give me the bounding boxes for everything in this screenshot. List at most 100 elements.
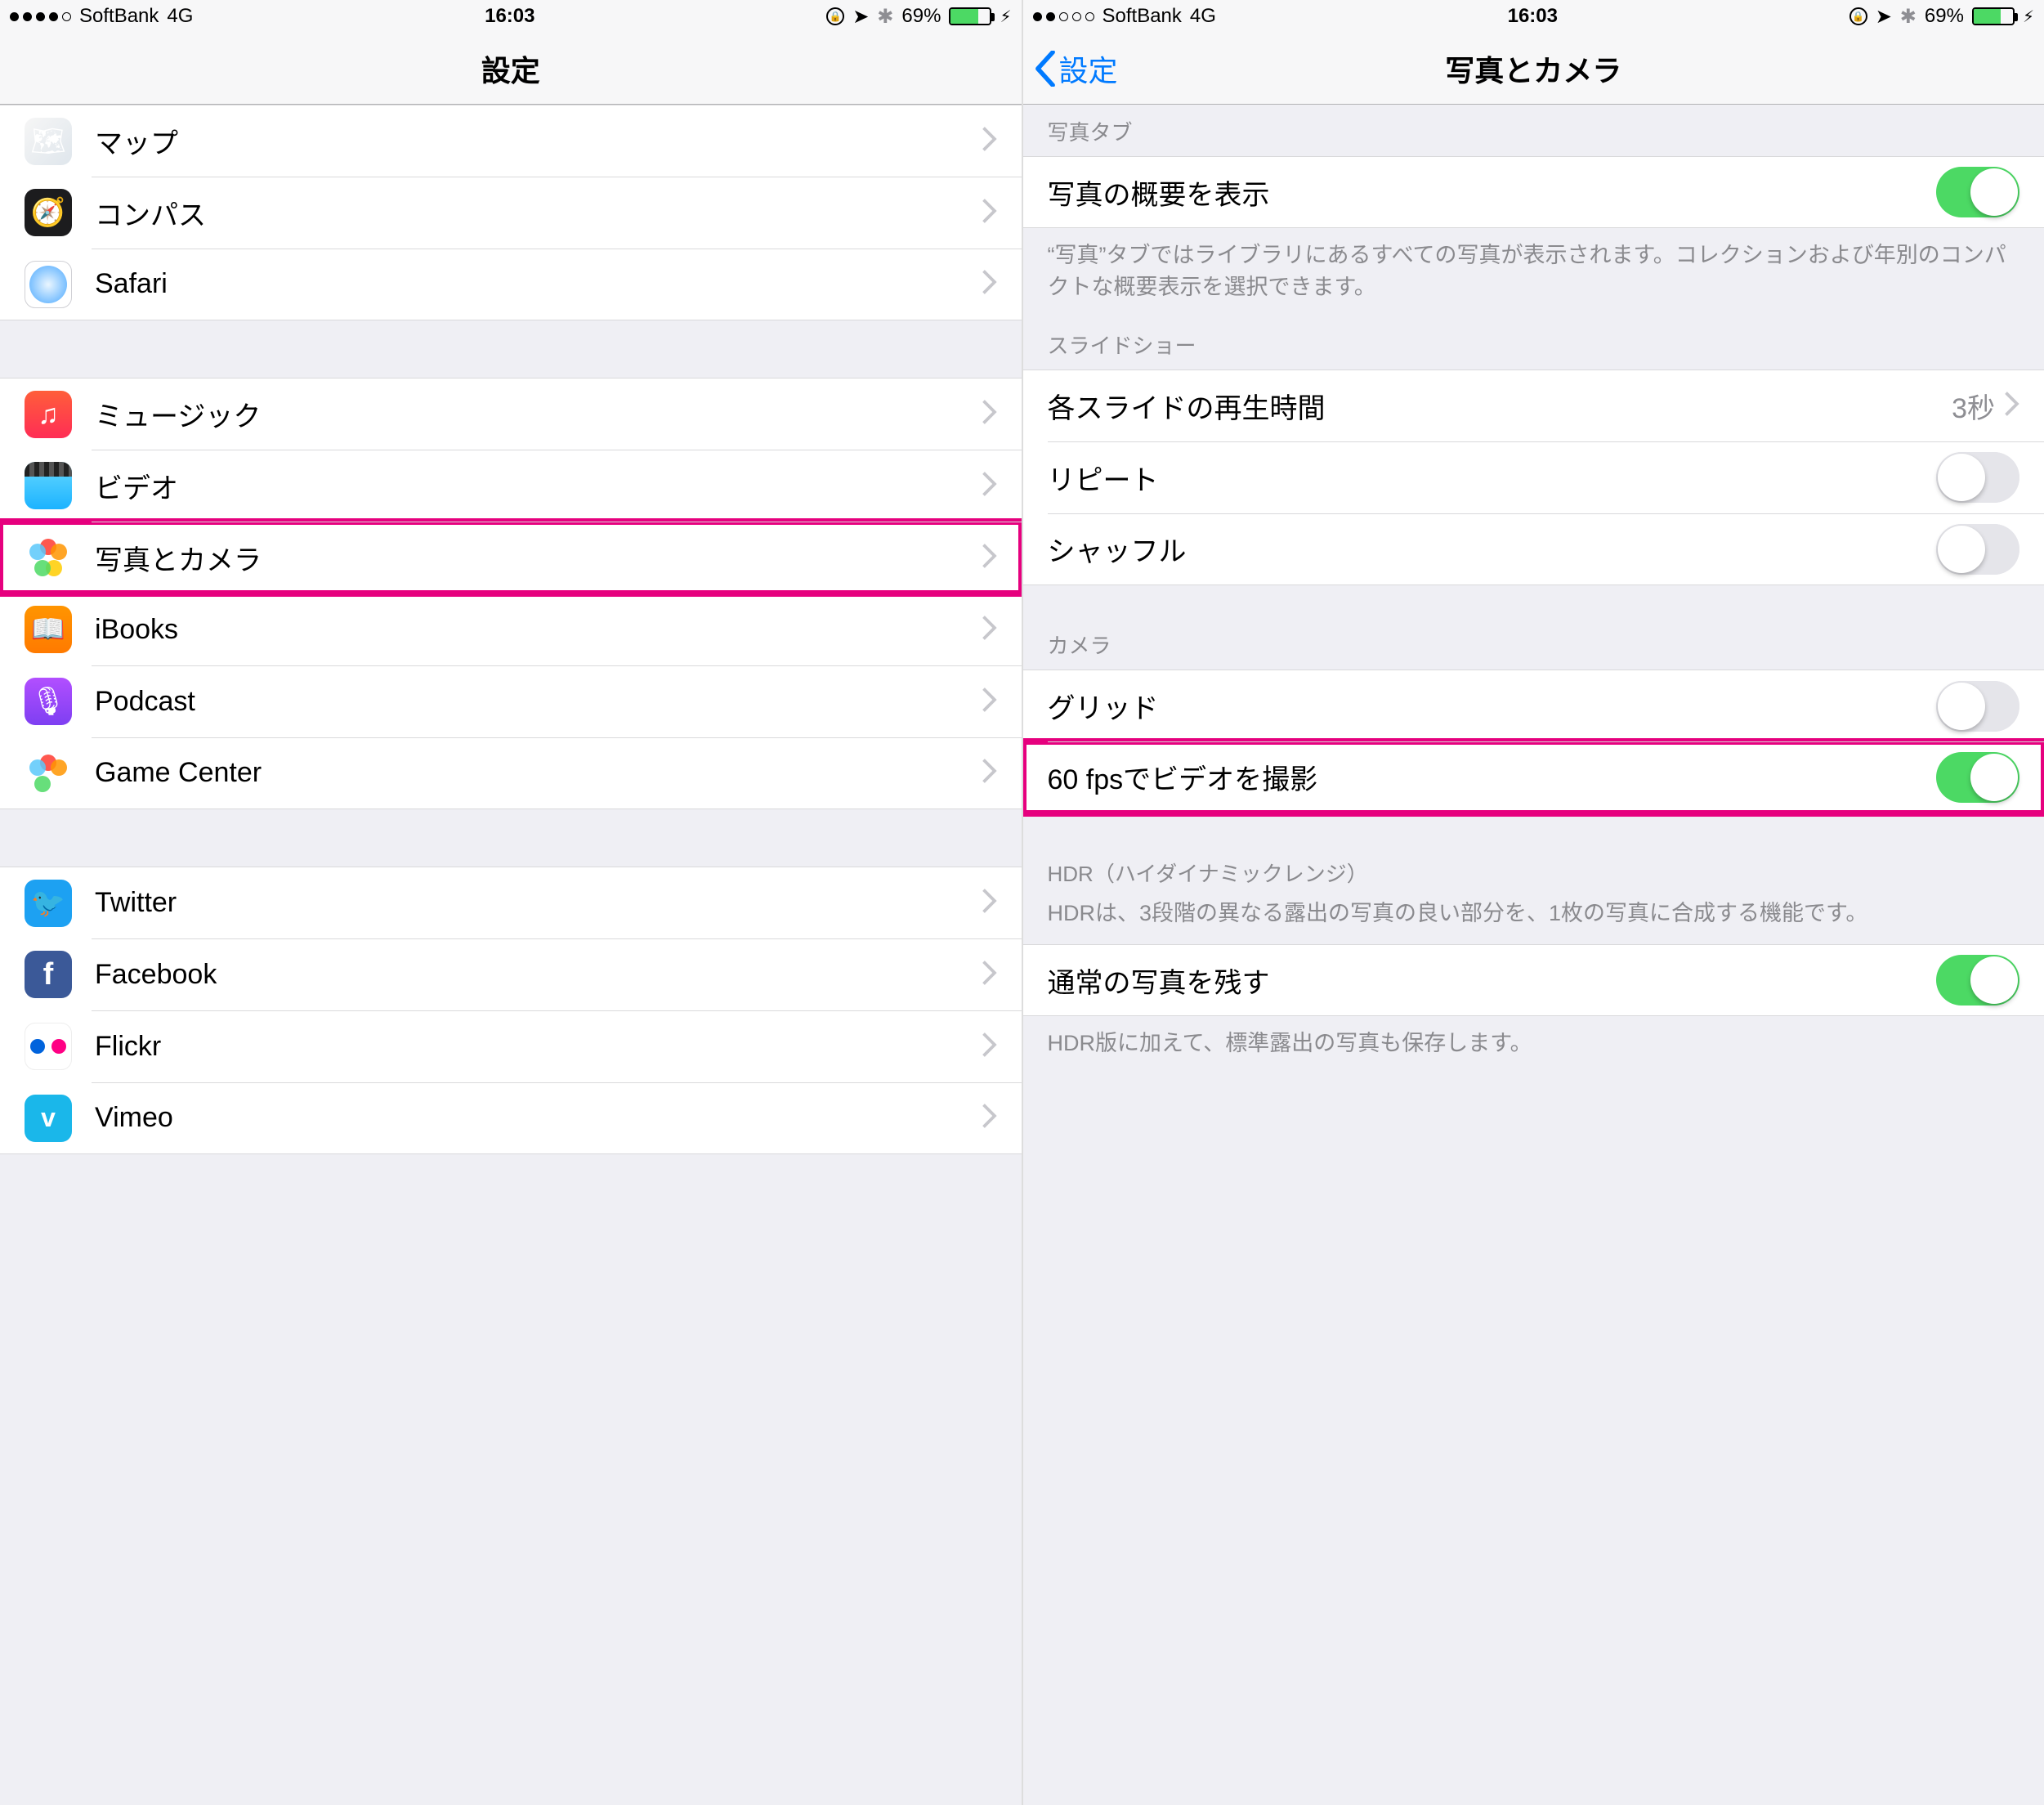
row-photos-camera[interactable]: 写真とカメラ <box>0 522 1022 593</box>
row-keep-normal-photo[interactable]: 通常の写真を残す <box>1023 944 2044 1016</box>
nav-bar: 設定 <box>0 33 1022 105</box>
carrier-label: SoftBank <box>1103 5 1182 28</box>
section-header-hdr: HDR（ハイダイナミックレンジ） <box>1023 846 2044 898</box>
switch-keep-normal-photo[interactable] <box>1936 955 2019 1006</box>
row-value: 3秒 <box>1952 386 1995 426</box>
row-label: Safari <box>95 268 982 300</box>
row-video[interactable]: ビデオ <box>0 450 1022 522</box>
network-label: 4G <box>167 5 193 28</box>
chevron-left-icon <box>1035 51 1056 87</box>
chevron-right-icon <box>982 889 997 917</box>
chevron-right-icon <box>982 1032 997 1061</box>
row-60fps-video[interactable]: 60 fpsでビデオを撮影 <box>1023 741 2044 813</box>
photos-camera-list[interactable]: 写真タブ 写真の概要を表示 “写真”タブではライブラリにあるすべての写真が表示さ… <box>1023 105 2044 1805</box>
chevron-right-icon <box>982 544 997 572</box>
row-label: Twitter <box>95 887 982 919</box>
row-shuffle[interactable]: シャッフル <box>1023 513 2044 585</box>
section-footer-photo-tab: “写真”タブではライブラリにあるすべての写真が表示されます。コレクションおよび年… <box>1023 228 2044 318</box>
switch-repeat[interactable] <box>1936 452 2019 503</box>
compass-icon: 🧭 <box>25 189 72 236</box>
row-label: Podcast <box>95 686 982 718</box>
switch-60fps-video[interactable] <box>1936 752 2019 803</box>
row-compass[interactable]: 🧭 コンパス <box>0 177 1022 249</box>
row-twitter[interactable]: 🐦 Twitter <box>0 867 1022 938</box>
settings-screen: SoftBank 4G 16:03 🔒 ➤ ✱ 69% ⚡︎ 設定 🗺 マップ <box>0 0 1022 1805</box>
section-header-photo-tab: 写真タブ <box>1023 105 2044 156</box>
nav-bar: 設定 写真とカメラ <box>1023 33 2044 105</box>
bluetooth-icon: ✱ <box>877 5 893 29</box>
row-facebook[interactable]: f Facebook <box>0 938 1022 1010</box>
rotation-lock-icon: 🔒 <box>826 7 844 25</box>
row-safari[interactable]: Safari <box>0 249 1022 320</box>
row-label: 通常の写真を残す <box>1048 961 1937 1001</box>
row-label: Flickr <box>95 1031 982 1063</box>
switch-summarize-photos[interactable] <box>1936 167 2019 217</box>
photos-icon <box>25 534 72 581</box>
row-slide-duration[interactable]: 各スライドの再生時間 3秒 <box>1023 370 2044 441</box>
chevron-right-icon <box>982 199 997 227</box>
switch-grid[interactable] <box>1936 681 2019 732</box>
row-label: 写真の概要を表示 <box>1048 172 1937 213</box>
battery-icon <box>1972 7 2015 25</box>
signal-dots-icon <box>10 12 71 21</box>
video-icon <box>25 462 72 509</box>
row-flickr[interactable]: Flickr <box>0 1010 1022 1082</box>
row-podcast[interactable]: 🎙 Podcast <box>0 665 1022 737</box>
chevron-right-icon <box>2005 392 2019 420</box>
rotation-lock-icon: 🔒 <box>1849 7 1867 25</box>
signal-dots-icon <box>1033 12 1094 21</box>
row-label: iBooks <box>95 614 982 646</box>
settings-list[interactable]: 🗺 マップ 🧭 コンパス Safari ♫ ミュージック <box>0 105 1022 1805</box>
battery-pct: 69% <box>1925 5 1964 28</box>
row-maps[interactable]: 🗺 マップ <box>0 105 1022 177</box>
chevron-right-icon <box>982 961 997 989</box>
chevron-right-icon <box>982 1104 997 1132</box>
row-grid[interactable]: グリッド <box>1023 670 2044 741</box>
chevron-right-icon <box>982 472 997 500</box>
page-title: 設定 <box>481 47 540 90</box>
row-label: 各スライドの再生時間 <box>1048 386 1952 426</box>
battery-icon <box>949 7 991 25</box>
status-bar: SoftBank 4G 16:03 🔒 ➤ ✱ 69% ⚡︎ <box>0 0 1022 33</box>
row-label: Vimeo <box>95 1102 982 1134</box>
page-title: 写真とカメラ <box>1445 47 1621 90</box>
row-label: マップ <box>95 121 982 161</box>
section-footer-hdr: HDR版に加えて、標準露出の写真も保存します。 <box>1023 1016 2044 1074</box>
chevron-right-icon <box>982 759 997 787</box>
chevron-right-icon <box>982 127 997 155</box>
safari-icon <box>25 261 72 308</box>
clock-label: 16:03 <box>1508 5 1558 28</box>
twitter-icon: 🐦 <box>25 880 72 927</box>
row-label: シャッフル <box>1048 529 1937 569</box>
facebook-icon: f <box>25 951 72 998</box>
gamecenter-icon <box>25 750 72 797</box>
back-button[interactable]: 設定 <box>1035 47 1118 90</box>
carrier-label: SoftBank <box>79 5 159 28</box>
podcast-icon: 🎙 <box>25 678 72 725</box>
charging-icon: ⚡︎ <box>1000 7 1011 27</box>
bluetooth-icon: ✱ <box>1900 5 1917 29</box>
row-label: Game Center <box>95 757 982 789</box>
section-header-camera: カメラ <box>1023 618 2044 670</box>
chevron-right-icon <box>982 270 997 298</box>
row-gamecenter[interactable]: Game Center <box>0 737 1022 809</box>
status-bar: SoftBank 4G 16:03 🔒 ➤ ✱ 69% ⚡︎ <box>1023 0 2044 33</box>
location-icon: ➤ <box>1876 5 1892 29</box>
row-label: ビデオ <box>95 466 982 506</box>
switch-shuffle[interactable] <box>1936 524 2019 575</box>
row-repeat[interactable]: リピート <box>1023 441 2044 513</box>
flickr-icon <box>25 1023 72 1070</box>
row-ibooks[interactable]: 📖 iBooks <box>0 593 1022 665</box>
maps-icon: 🗺 <box>25 118 72 165</box>
chevron-right-icon <box>982 688 997 716</box>
charging-icon: ⚡︎ <box>2023 7 2034 27</box>
row-label: ミュージック <box>95 394 982 434</box>
row-summarize-photos[interactable]: 写真の概要を表示 <box>1023 156 2044 228</box>
vimeo-icon: v <box>25 1095 72 1142</box>
back-label: 設定 <box>1059 47 1118 90</box>
row-music[interactable]: ♫ ミュージック <box>0 378 1022 450</box>
row-label: 60 fpsでビデオを撮影 <box>1048 757 1937 797</box>
chevron-right-icon <box>982 400 997 428</box>
battery-pct: 69% <box>901 5 941 28</box>
row-vimeo[interactable]: v Vimeo <box>0 1082 1022 1154</box>
